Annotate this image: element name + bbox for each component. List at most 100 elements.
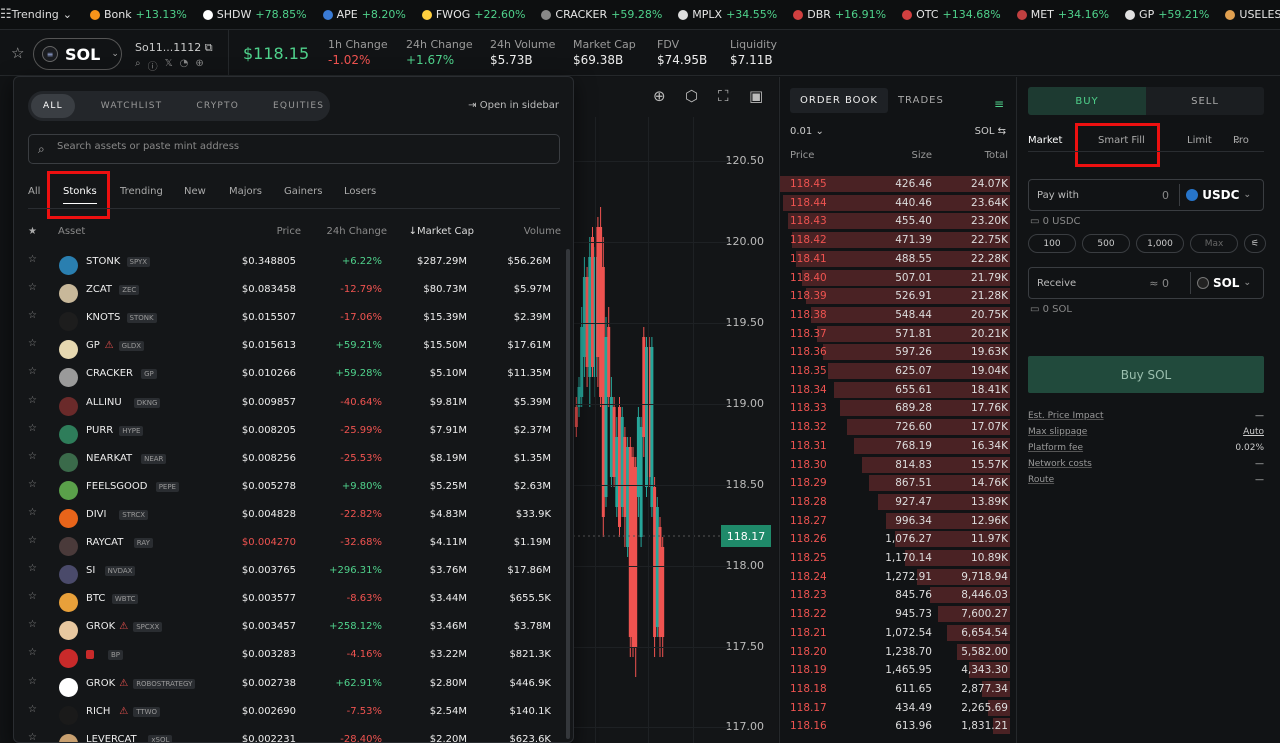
col-24h-change[interactable]: 24h Change: [326, 226, 387, 237]
scrollbar[interactable]: [566, 249, 570, 739]
orderbook-row[interactable]: 118.41 488.55 22.28K: [780, 250, 1018, 268]
ticker-item[interactable]: Bonk +13.13%: [82, 8, 195, 21]
filter-new[interactable]: New: [184, 186, 206, 197]
favorite-star-icon[interactable]: ☆: [28, 591, 37, 602]
asset-row[interactable]: ☆ SI NVDAX $0.003765 +296.31% $3.76M $17.86M: [14, 557, 573, 585]
orderbook-row[interactable]: 118.42 471.39 22.75K: [780, 231, 1018, 249]
globe-icon[interactable]: ⊕: [195, 58, 203, 73]
trending-dropdown[interactable]: Trending ⌄: [12, 8, 82, 21]
orderbook-row[interactable]: 118.30 814.83 15.57K: [780, 456, 1018, 474]
favorite-star-icon[interactable]: ☆: [28, 507, 37, 518]
asset-row[interactable]: ☆ FEELSGOOD PEPE $0.005278 +9.80% $5.25M $2.63…: [14, 473, 573, 501]
asset-row[interactable]: ☆ NEARKAT NEAR $0.008256 -25.53% $8.19M $1.35M: [14, 445, 573, 473]
sell-tab[interactable]: SELL: [1146, 87, 1264, 115]
asset-row[interactable]: ☆ PURR HYPE $0.008205 -25.99% $7.91M $2.37M: [14, 417, 573, 445]
favorite-star-icon[interactable]: ☆: [28, 619, 37, 630]
orderbook-row[interactable]: 118.34 655.61 18.41K: [780, 381, 1018, 399]
receive-field[interactable]: Receive ≈ 0 SOL ⌄: [1028, 267, 1264, 299]
ticker-item[interactable]: APE +8.20%: [315, 8, 414, 21]
info-value[interactable]: Auto: [1243, 427, 1264, 437]
asset-row[interactable]: ☆ CRACKER GP $0.010266 +59.28% $5.10M $11.35M: [14, 360, 573, 388]
asset-row[interactable]: ☆ ALLINU DKNG $0.009857 -40.64% $9.81M $5.39M: [14, 389, 573, 417]
discord-icon[interactable]: ◔: [180, 58, 189, 73]
orderbook-row[interactable]: 118.40 507.01 21.79K: [780, 269, 1018, 287]
orderbook-row[interactable]: 118.33 689.28 17.76K: [780, 399, 1018, 417]
orderbook-row[interactable]: 118.45 426.46 24.07K: [780, 175, 1018, 193]
segment-equities[interactable]: EQUITIES: [261, 94, 336, 118]
fullscreen-icon[interactable]: ⛶: [718, 87, 729, 105]
info-label[interactable]: Platform fee: [1028, 443, 1083, 453]
orderbook-row[interactable]: 118.23 845.76 8,446.03: [780, 586, 1018, 604]
favorite-star-icon[interactable]: ☆: [28, 254, 37, 265]
zoom-icon[interactable]: ⊕: [653, 87, 666, 105]
col-volume[interactable]: Volume: [524, 226, 561, 237]
search-icon[interactable]: ⌕: [135, 58, 141, 73]
quick-100-button[interactable]: 100: [1028, 234, 1076, 253]
info-label[interactable]: Network costs: [1028, 459, 1092, 469]
orderbook-row[interactable]: 118.27 996.34 12.96K: [780, 512, 1018, 530]
orderbook-row[interactable]: 118.22 945.73 7,600.27: [780, 605, 1018, 623]
pay-with-field[interactable]: Pay with 0 USDC ⌄: [1028, 179, 1264, 211]
favorite-star-icon[interactable]: ☆: [28, 732, 37, 742]
x-icon[interactable]: 𝕏: [165, 58, 173, 73]
orderbook-row[interactable]: 118.21 1,072.54 6,654.54: [780, 624, 1018, 642]
ticker-item[interactable]: DBR +16.91%: [785, 8, 894, 21]
orderbook-row[interactable]: 118.43 455.40 23.20K: [780, 212, 1018, 230]
filter-majors[interactable]: Majors: [229, 186, 262, 197]
orderbook-row[interactable]: 118.37 571.81 20.21K: [780, 325, 1018, 343]
favorite-star-icon[interactable]: ☆: [28, 395, 37, 406]
favorite-star-icon[interactable]: ☆: [28, 479, 37, 490]
segment-crypto[interactable]: CRYPTO: [184, 94, 251, 118]
asset-row[interactable]: ☆ BP $0.003283 -4.16% $3.22M $821.3K: [14, 641, 573, 669]
orderbook-row[interactable]: 118.25 1,170.14 10.89K: [780, 549, 1018, 567]
receive-token-select[interactable]: SOL ⌄: [1189, 272, 1257, 294]
favorite-star-icon[interactable]: ☆: [28, 535, 37, 546]
buy-tab[interactable]: BUY: [1028, 87, 1146, 115]
orderbook-row[interactable]: 118.44 440.46 23.64K: [780, 194, 1018, 212]
orderbook-row[interactable]: 118.32 726.60 17.07K: [780, 418, 1018, 436]
favorite-star-icon[interactable]: ☆: [28, 647, 37, 658]
orderbook-row[interactable]: 118.36 597.26 19.63K: [780, 343, 1018, 361]
filter-trending[interactable]: Trending: [120, 186, 163, 197]
tab-order-book[interactable]: ORDER BOOK: [790, 88, 888, 113]
tab-limit[interactable]: Limit: [1187, 135, 1212, 146]
orderbook-row[interactable]: 118.38 548.44 20.75K: [780, 306, 1018, 324]
asset-row[interactable]: ☆ RAYCAT RAY $0.004270 -32.68% $4.11M $1.19M: [14, 529, 573, 557]
col-asset[interactable]: Asset: [58, 226, 85, 237]
orderbook-row[interactable]: 118.16 613.96 1,831.21: [780, 717, 1018, 735]
asset-row[interactable]: ☆ ZCAT ZEC $0.083458 -12.79% $80.73M $5.97M: [14, 276, 573, 304]
favorite-star-icon[interactable]: ☆: [28, 338, 37, 349]
quick-500-button[interactable]: 500: [1082, 234, 1130, 253]
price-chart[interactable]: ⊕ ⬡ ⛶ ▣ 120.50 120.00 119.50 119.00 118.50 11…: [573, 77, 778, 743]
filter-losers[interactable]: Losers: [344, 186, 376, 197]
info-label[interactable]: Est. Price Impact: [1028, 411, 1104, 421]
orderbook-row[interactable]: 118.28 927.47 13.89K: [780, 493, 1018, 511]
favorite-star-icon[interactable]: ☆: [28, 310, 37, 321]
info-icon[interactable]: ⓘ: [148, 58, 158, 73]
token-address[interactable]: So11...1112 ⧉: [135, 41, 213, 55]
quick-max-button[interactable]: Max: [1190, 234, 1238, 253]
precision-select[interactable]: 0.01 ⌄: [790, 126, 824, 137]
orderbook-row[interactable]: 118.20 1,238.70 5,582.00: [780, 643, 1018, 661]
orderbook-row[interactable]: 118.24 1,272.91 9,718.94: [780, 568, 1018, 586]
filter-gainers[interactable]: Gainers: [284, 186, 322, 197]
favorite-star-icon[interactable]: ☆: [11, 44, 24, 62]
orderbook-row[interactable]: 118.31 768.19 16.34K: [780, 437, 1018, 455]
asset-row[interactable]: ☆ DIVI STRCX $0.004828 -22.82% $4.83M $33.9K: [14, 501, 573, 529]
asset-row[interactable]: ☆ BTC WBTC $0.003577 -8.63% $3.44M $655.5K: [14, 585, 573, 613]
quick-1000-button[interactable]: 1,000: [1136, 234, 1184, 253]
info-label[interactable]: Max slippage: [1028, 427, 1087, 437]
ticker-item[interactable]: OTC +134.68%: [894, 8, 1009, 21]
orderbook-layout-icon[interactable]: ≡: [994, 97, 1004, 111]
unit-toggle[interactable]: SOL ⇆: [975, 126, 1006, 137]
asset-row[interactable]: ☆ GP ⚠ GLDX $0.015613 +59.21% $15.50M $17.61M: [14, 332, 573, 360]
asset-row[interactable]: ☆ KNOTS STONK $0.015507 -17.06% $15.39M $2.39M: [14, 304, 573, 332]
orderbook-row[interactable]: 118.18 611.65 2,877.34: [780, 680, 1018, 698]
asset-row[interactable]: ☆ GROK ⚠ ROBOSTRATEGY $0.002738 +62.91% $2.80M…: [14, 670, 573, 698]
ticker-item[interactable]: MET +34.16%: [1009, 8, 1117, 21]
camera-icon[interactable]: ▣: [749, 87, 763, 105]
chart-settings-icon[interactable]: ⬡: [685, 87, 698, 105]
pay-amount[interactable]: 0: [1109, 189, 1169, 202]
ticker-item[interactable]: GP +59.21%: [1117, 8, 1217, 21]
sliders-icon[interactable]: ⚟: [1244, 234, 1266, 253]
